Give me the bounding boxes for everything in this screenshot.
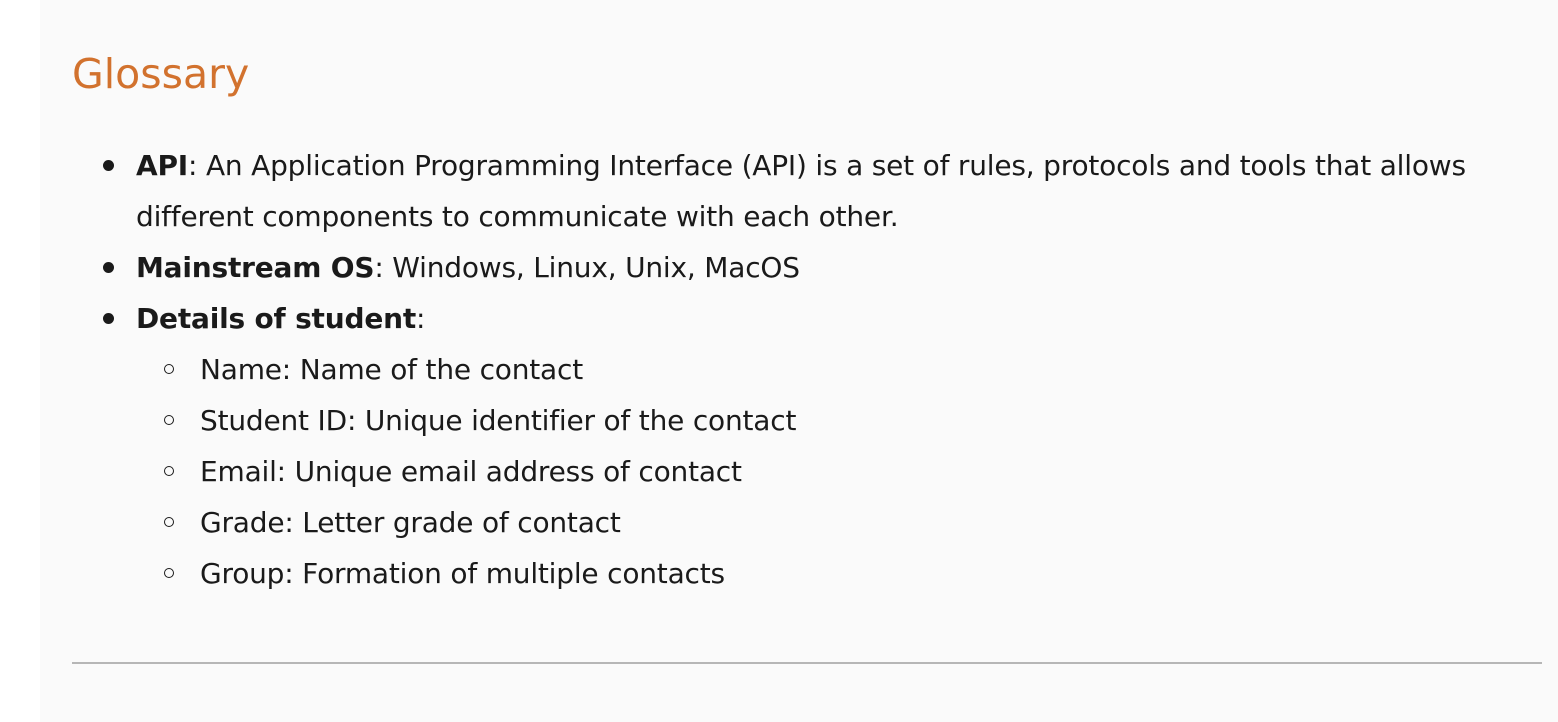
bullet-circle-icon bbox=[164, 517, 174, 527]
sub-list-item: Student ID: Unique identifier of the con… bbox=[164, 395, 1516, 446]
glossary-term: API bbox=[136, 149, 189, 182]
glossary-definition: : An Application Programming Interface (… bbox=[136, 149, 1466, 233]
glossary-list: API: An Application Programming Interfac… bbox=[103, 140, 1516, 599]
glossary-item-api: API: An Application Programming Interfac… bbox=[103, 140, 1516, 242]
glossary-term: Details of student bbox=[136, 302, 417, 335]
glossary-item-details-of-student: Details of student: Name: Name of the co… bbox=[103, 293, 1516, 599]
sub-list-item: Name: Name of the contact bbox=[164, 344, 1516, 395]
horizontal-rule bbox=[72, 662, 1542, 664]
bullet-disc-icon bbox=[103, 313, 114, 324]
sub-list-item: Group: Formation of multiple contacts bbox=[164, 548, 1516, 599]
student-details-list: Name: Name of the contact Student ID: Un… bbox=[136, 344, 1516, 599]
glossary-item-mainstream-os: Mainstream OS: Windows, Linux, Unix, Mac… bbox=[103, 242, 1516, 293]
bullet-disc-icon bbox=[103, 262, 114, 273]
bullet-disc-icon bbox=[103, 160, 114, 171]
glossary-definition: : Windows, Linux, Unix, MacOS bbox=[374, 251, 800, 284]
bullet-circle-icon bbox=[164, 364, 174, 374]
bullet-circle-icon bbox=[164, 568, 174, 578]
bullet-circle-icon bbox=[164, 466, 174, 476]
glossary-term: Mainstream OS bbox=[136, 251, 375, 284]
sub-list-item-text: Email: Unique email address of contact bbox=[200, 455, 742, 488]
sub-list-item-text: Student ID: Unique identifier of the con… bbox=[200, 404, 797, 437]
sub-list-item: Email: Unique email address of contact bbox=[164, 446, 1516, 497]
glossary-definition: : bbox=[416, 302, 426, 335]
sub-list-item-text: Group: Formation of multiple contacts bbox=[200, 557, 725, 590]
sub-list-item: Grade: Letter grade of contact bbox=[164, 497, 1516, 548]
bullet-circle-icon bbox=[164, 415, 174, 425]
document-page: Glossary API: An Application Programming… bbox=[40, 0, 1558, 722]
glossary-heading: Glossary bbox=[72, 50, 250, 98]
sub-list-item-text: Name: Name of the contact bbox=[200, 353, 583, 386]
sub-list-item-text: Grade: Letter grade of contact bbox=[200, 506, 621, 539]
